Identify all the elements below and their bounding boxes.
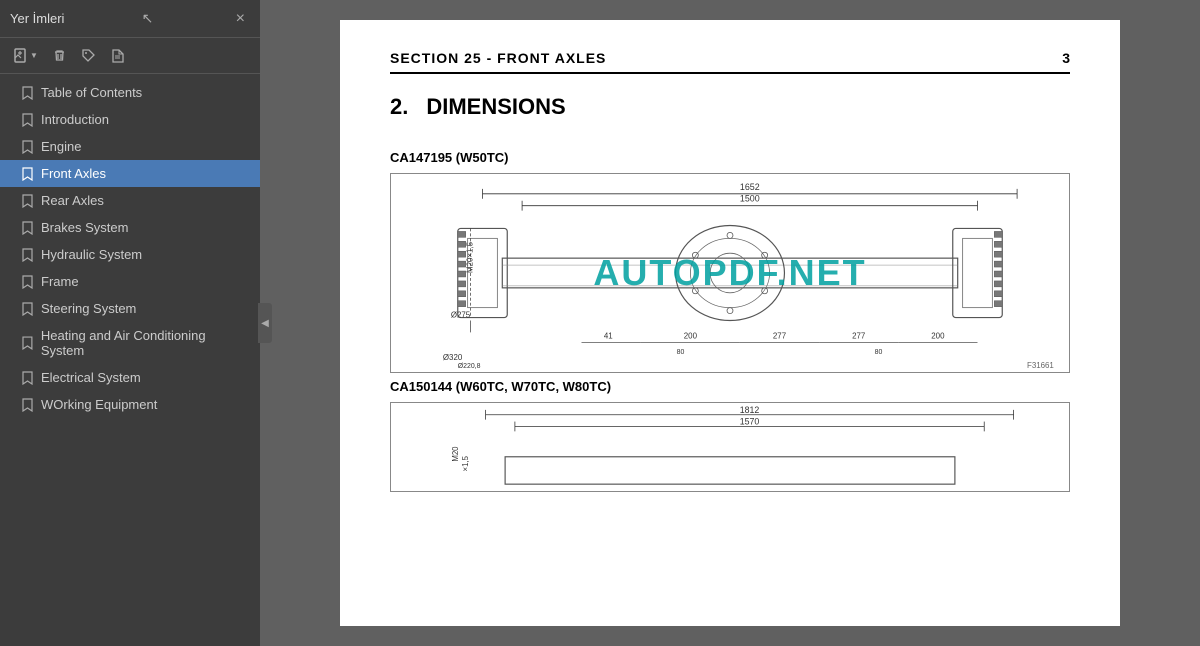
tag-icon (81, 48, 96, 63)
sidebar-title: Yer İmleri (10, 11, 64, 26)
svg-text:200: 200 (684, 331, 698, 340)
svg-text:1570: 1570 (740, 417, 760, 427)
dropdown-arrow: ▼ (30, 51, 38, 60)
svg-text:M20×1,5: M20×1,5 (466, 241, 475, 273)
close-button[interactable]: × (231, 8, 250, 30)
sidebar-item-front-axles[interactable]: Front Axles (0, 160, 260, 187)
svg-text:F31661: F31661 (1027, 361, 1054, 370)
bookmark-icon (22, 371, 33, 385)
delete-icon (52, 48, 67, 63)
svg-text:M20: M20 (451, 446, 460, 462)
bookmark-icon (22, 140, 33, 154)
diagram1-container: 1652 1500 M20×1,5 (390, 173, 1070, 373)
page-number: 3 (1062, 50, 1070, 66)
sidebar-item-table-of-contents[interactable]: Table of Contents (0, 79, 260, 106)
sidebar-header: Yer İmleri ↖ × (0, 0, 260, 38)
sidebar-collapse-handle[interactable]: ◀ (258, 303, 272, 343)
sidebar: Yer İmleri ↖ × ▼ (0, 0, 260, 646)
model2-label: CA150144 (W60TC, W70TC, W80TC) (390, 379, 1070, 394)
sidebar-item-heating[interactable]: Heating and Air Conditioning System (0, 322, 260, 364)
svg-text:80: 80 (875, 349, 883, 356)
svg-text:200: 200 (931, 331, 945, 340)
cursor-icon: ↖ (142, 10, 154, 27)
heading-text: DIMENSIONS (426, 94, 565, 120)
page-header: SECTION 25 - FRONT AXLES 3 (390, 50, 1070, 74)
sidebar-item-engine[interactable]: Engine (0, 133, 260, 160)
svg-text:1812: 1812 (740, 405, 760, 415)
add-bookmark-icon (13, 48, 29, 64)
sidebar-item-brakes-system[interactable]: Brakes System (0, 214, 260, 241)
bookmark-icon (22, 194, 33, 208)
tag-bookmark-button[interactable] (76, 45, 101, 66)
bookmark-icon (22, 398, 33, 412)
sidebar-item-steering-system[interactable]: Steering System (0, 295, 260, 322)
bookmark-icon (22, 336, 33, 350)
svg-text:Ø320: Ø320 (443, 353, 463, 362)
svg-text:1652: 1652 (740, 182, 760, 192)
section-title: SECTION 25 - FRONT AXLES (390, 50, 606, 66)
bookmark-props-icon (110, 48, 125, 63)
delete-bookmark-button[interactable] (47, 45, 72, 66)
bookmark-icon (22, 86, 33, 100)
sidebar-item-frame[interactable]: Frame (0, 268, 260, 295)
svg-text:277: 277 (852, 331, 865, 340)
add-bookmark-button[interactable]: ▼ (8, 45, 43, 67)
sidebar-item-working-equipment[interactable]: WOrking Equipment (0, 391, 260, 418)
bookmark-icon (22, 248, 33, 262)
bookmark-icon (22, 221, 33, 235)
svg-text:80: 80 (677, 349, 685, 356)
svg-text:Ø275: Ø275 (451, 311, 471, 320)
sidebar-item-rear-axles[interactable]: Rear Axles (0, 187, 260, 214)
axle-diagram-1: 1652 1500 M20×1,5 (391, 174, 1069, 372)
svg-text:×1,5: ×1,5 (461, 455, 470, 471)
svg-text:1500: 1500 (740, 194, 760, 204)
sidebar-item-electrical-system[interactable]: Electrical System (0, 364, 260, 391)
bookmark-icon (22, 113, 33, 127)
sidebar-toolbar: ▼ (0, 38, 260, 74)
axle-diagram-2: 1812 1570 ×1,5 M20 (391, 403, 1069, 491)
sidebar-item-hydraulic-system[interactable]: Hydraulic System (0, 241, 260, 268)
bookmark-icon-active (22, 167, 33, 181)
svg-text:277: 277 (773, 331, 786, 340)
diagram2-container: 1812 1570 ×1,5 M20 (390, 402, 1070, 492)
page-container: SECTION 25 - FRONT AXLES 3 2. DIMENSIONS… (340, 20, 1120, 626)
main-content: SECTION 25 - FRONT AXLES 3 2. DIMENSIONS… (260, 0, 1200, 646)
bookmark-props-button[interactable] (105, 45, 130, 66)
bookmark-icon (22, 275, 33, 289)
model1-label: CA147195 (W50TC) (390, 150, 1070, 165)
heading-number: 2. (390, 94, 408, 120)
sidebar-nav: Table of Contents Introduction Engine Fr… (0, 74, 260, 646)
bookmark-icon (22, 302, 33, 316)
svg-text:41: 41 (604, 331, 613, 340)
svg-text:Ø220,8: Ø220,8 (458, 363, 481, 370)
sidebar-item-introduction[interactable]: Introduction (0, 106, 260, 133)
